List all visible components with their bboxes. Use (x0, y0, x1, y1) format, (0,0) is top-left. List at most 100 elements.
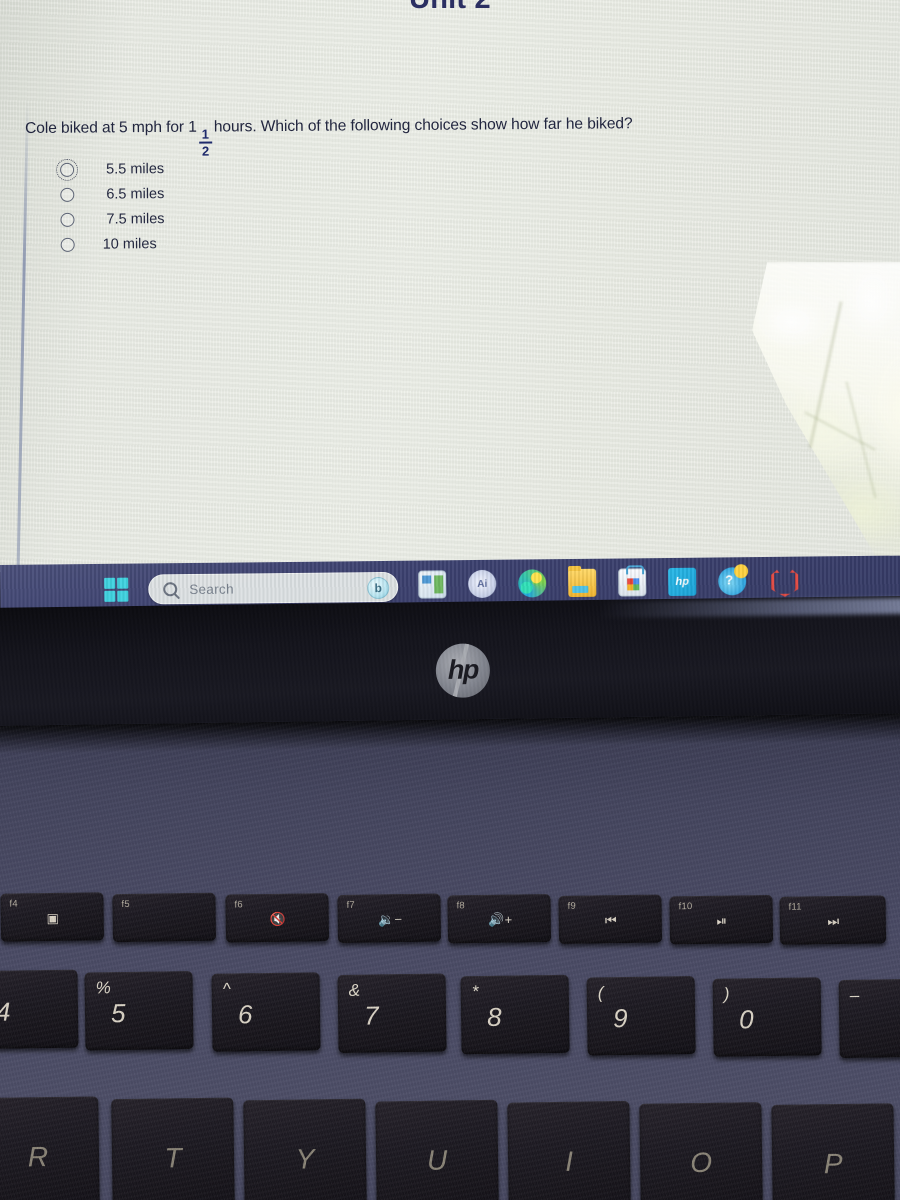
mute-key[interactable]: f6 🔇 (225, 893, 330, 943)
key-shift-symbol: % (95, 978, 111, 998)
hp-app-icon[interactable] (668, 567, 697, 597)
start-pane (117, 590, 129, 602)
key-number: 7 (363, 1000, 379, 1031)
radio-button-choice-1[interactable] (56, 158, 79, 181)
copilot-glyph: b (374, 581, 383, 596)
start-pane (104, 591, 116, 602)
key-fn-label: f8 (456, 900, 465, 912)
start-pane (104, 577, 116, 589)
answer-choice-row[interactable]: 5.5 miles (50, 156, 164, 182)
bezel-light-glint (599, 597, 900, 618)
radio-wrap[interactable] (50, 157, 84, 182)
radio-wrap[interactable] (50, 207, 84, 232)
key-o[interactable]: O (639, 1102, 764, 1200)
hp-logo: hp (435, 643, 491, 699)
volume-down-key[interactable]: f7 🔉− (337, 893, 442, 944)
hp-logo-slash (451, 643, 470, 699)
key-9[interactable]: ( 9 (586, 976, 696, 1056)
key-fn-label: f4 (9, 898, 18, 910)
key-i[interactable]: I (507, 1100, 631, 1200)
key-fn-label: f9 (567, 900, 576, 912)
radio-wrap[interactable] (50, 182, 84, 207)
reflected-tree-branch (808, 301, 843, 449)
key-fn-label: f11 (788, 901, 802, 913)
page-left-border (16, 100, 29, 570)
file-explorer-icon[interactable] (568, 568, 597, 598)
key-shift-symbol: ^ (222, 979, 231, 999)
question-text: Cole biked at 5 mph for 1 1 2 hours. Which … (25, 115, 665, 159)
answer-choice-row[interactable]: 10 miles (51, 231, 165, 257)
key-u[interactable]: U (375, 1099, 499, 1200)
microsoft-store-icon[interactable] (618, 568, 647, 597)
project-display-icon: ▣ (46, 910, 59, 926)
f5-key[interactable]: f5 (112, 892, 217, 943)
reflected-tree-branch (804, 411, 876, 451)
volume-up-icon: 🔊+ (488, 912, 513, 928)
question-text-after: hours. Which of the following choices sh… (213, 115, 633, 136)
edge-browser-icon[interactable] (518, 569, 547, 598)
mixed-fraction: 12 (198, 127, 212, 159)
play-pause-key[interactable]: f10 ⏯ (669, 894, 774, 945)
taskbar-icon-group (418, 567, 796, 599)
key-p[interactable]: P (771, 1103, 896, 1200)
key-7[interactable]: & 7 (337, 973, 447, 1054)
answer-choice-list: 5.5 miles 6.5 miles 7.5 miles 10 miles (50, 156, 165, 257)
hp-logo-text: hp (447, 653, 479, 685)
key-shift-symbol: & (348, 980, 361, 1000)
radio-button-choice-2[interactable] (60, 187, 75, 202)
key-8[interactable]: * 8 (460, 974, 570, 1055)
key-0[interactable]: ) 0 (712, 977, 822, 1057)
windows-start-icon[interactable] (104, 577, 129, 602)
keyboard-deck: f4 ▣ f5 f6 🔇 f7 🔉− f8 🔊+ f9 ⏮ f10 ⏯ f11 (0, 712, 900, 1200)
laptop-photo: Unit 2 Cole biked at 5 mph for 112hours.… (0, 0, 900, 1200)
key-number: 9 (612, 1002, 628, 1034)
laptop-screen: Unit 2 Cole biked at 5 mph for 112hours.… (0, 0, 900, 572)
key-number: 6 (237, 999, 253, 1030)
play-pause-icon: ⏯ (716, 913, 728, 929)
next-track-icon: ⏭ (827, 913, 840, 929)
key-4[interactable]: $ 4 (0, 969, 79, 1050)
question-text-before: Cole biked at 5 mph for 1 (25, 118, 197, 137)
radio-button-choice-3[interactable] (60, 212, 75, 227)
answer-choice-row[interactable]: 7.5 miles (50, 206, 165, 232)
key-6[interactable]: ^ 6 (211, 972, 321, 1052)
key-shift-symbol: ( (597, 983, 604, 1003)
key-fn-label: f6 (234, 899, 243, 911)
key-number: 4 (0, 996, 11, 1027)
previous-track-key[interactable]: f9 ⏮ (558, 894, 663, 944)
fraction-denominator: 2 (201, 143, 210, 159)
key-number: 8 (486, 1001, 502, 1032)
get-help-icon[interactable] (718, 567, 747, 596)
radio-wrap[interactable] (51, 232, 85, 257)
copilot-app-icon[interactable] (468, 569, 497, 599)
key-y[interactable]: Y (243, 1098, 367, 1200)
key-5[interactable]: % 5 (84, 971, 194, 1051)
next-track-key[interactable]: f11 ⏭ (779, 895, 887, 945)
key-letter: P (823, 1148, 843, 1180)
taskbar-search-input[interactable]: Search b (148, 571, 399, 605)
widgets-icon[interactable] (418, 570, 447, 599)
copilot-icon[interactable]: b (367, 576, 390, 600)
key-shift-symbol: ) (723, 984, 730, 1004)
project-display-key[interactable]: f4 ▣ (0, 892, 105, 942)
answer-choice-label-4: 10 miles (102, 235, 157, 253)
key-fn-label: f5 (121, 898, 130, 911)
key-letter: T (164, 1142, 182, 1174)
volume-up-key[interactable]: f8 🔊+ (447, 894, 552, 944)
search-icon (163, 582, 178, 597)
reflected-tree-branch (845, 381, 877, 499)
previous-track-icon: ⏮ (604, 912, 617, 928)
volume-down-icon: 🔉− (378, 911, 403, 927)
key-t[interactable]: T (111, 1097, 235, 1200)
start-pane (117, 577, 129, 589)
answer-choice-label-3: 7.5 miles (106, 210, 165, 228)
security-shield-icon[interactable] (768, 567, 796, 595)
key-minus[interactable]: – (838, 978, 900, 1059)
key-r[interactable]: R (0, 1096, 100, 1200)
answer-choice-label-1: 5.5 miles (106, 160, 165, 178)
answer-choice-row[interactable]: 6.5 miles (50, 181, 164, 207)
radio-button-choice-4[interactable] (60, 237, 75, 252)
window-glare-reflection (752, 262, 900, 572)
key-letter: U (426, 1144, 448, 1176)
search-placeholder: Search (189, 581, 234, 597)
